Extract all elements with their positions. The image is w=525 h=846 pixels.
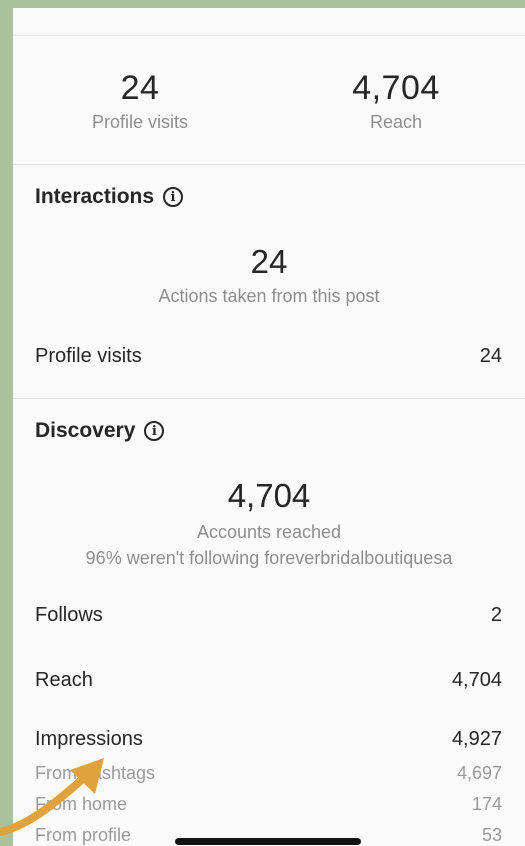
info-icon[interactable]: i [163,187,184,207]
summary-metrics: 24 Profile visits 4,704 Reach [13,36,525,165]
discovery-total: 4,704 Accounts reached 96% weren't follo… [13,477,525,571]
profile-visits-metric[interactable]: 24 Profile visits [40,68,240,133]
info-icon[interactable]: i [144,421,165,441]
interactions-title-text: Interactions [35,185,155,208]
discovery-row-impressions[interactable]: Impressions 4,927 [35,728,502,751]
sub-row-value: 4,697 [456,763,502,783]
sub-row-value: 53 [481,825,502,845]
row-label: Profile visits [35,345,142,367]
reach-metric[interactable]: 4,704 Reach [296,68,496,133]
discovery-row-reach[interactable]: Reach 4,704 [35,669,502,692]
reach-value: 4,704 [352,69,440,107]
interactions-title: Interactions i [35,185,184,209]
row-value: 2 [490,604,502,626]
sub-row-value: 174 [471,794,502,814]
profile-visits-value: 24 [120,69,160,107]
row-label: Impressions [35,728,143,750]
row-value: 4,704 [451,669,502,691]
discovery-total-value: 4,704 [227,477,311,514]
insights-panel: 24 Profile visits 4,704 Reach Interactio… [13,8,525,846]
home-indicator[interactable] [175,838,361,845]
discovery-title-text: Discovery [35,419,136,442]
profile-visits-label: Profile visits [91,112,189,132]
row-value: 24 [479,345,502,367]
row-label: Follows [35,604,103,626]
reach-label: Reach [369,112,423,132]
interactions-total-label: Actions taken from this post [158,286,380,306]
interactions-total-value: 24 [250,243,288,280]
interactions-section: Interactions i 24 Actions taken from thi… [13,165,525,399]
row-label: Reach [35,669,93,691]
discovery-total-label: Accounts reached [196,522,342,542]
discovery-title: Discovery i [35,419,165,443]
arrow-icon [0,758,104,836]
discovery-note: 96% weren't following foreverbridalbouti… [85,548,453,568]
interactions-total: 24 Actions taken from this post [13,243,525,309]
interactions-row-profile-visits[interactable]: Profile visits 24 [35,345,502,368]
top-strip [13,8,525,36]
row-value: 4,927 [451,728,502,750]
discovery-row-follows[interactable]: Follows 2 [35,604,502,627]
